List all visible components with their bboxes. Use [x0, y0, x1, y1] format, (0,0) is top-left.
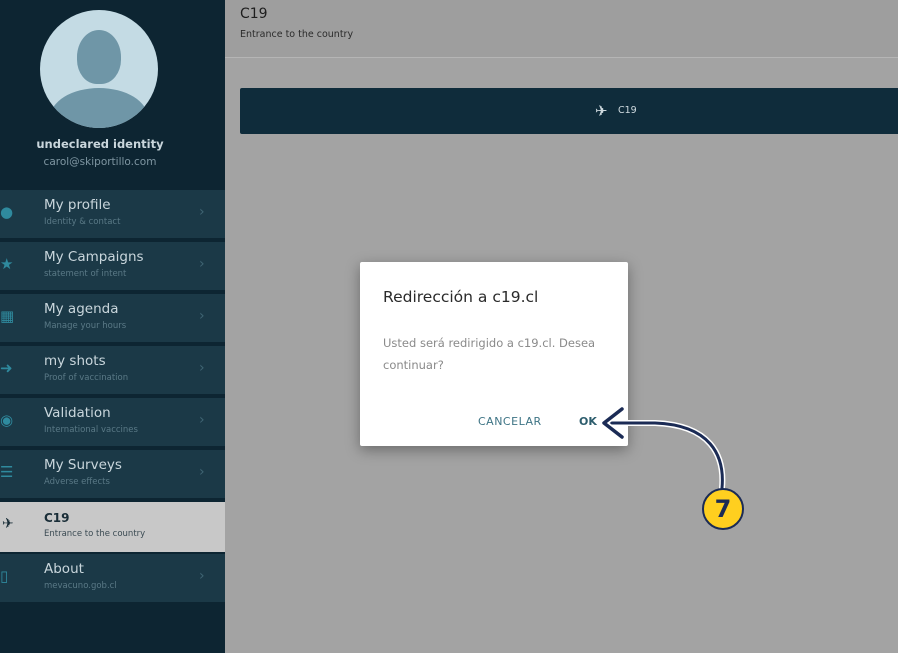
- sidebar-item-label: My agenda: [44, 301, 119, 317]
- sidebar-item-my-campaigns[interactable]: ★ My Campaigns statement of intent ›: [0, 242, 225, 292]
- sidebar-item-sublabel: International vaccines: [44, 425, 138, 435]
- sidebar-item-sublabel: Proof of vaccination: [44, 373, 129, 383]
- sidebar-item-label: About: [44, 561, 84, 577]
- globe-icon: ◉: [0, 411, 14, 429]
- list-icon: ☰: [0, 463, 14, 481]
- sidebar-item-label: My Surveys: [44, 457, 122, 473]
- sidebar-item-sublabel: Manage your hours: [44, 321, 127, 331]
- sidebar-item-c19[interactable]: ✈ C19 Entrance to the country: [0, 502, 225, 552]
- person-icon: ●: [0, 203, 14, 221]
- avatar-body: [50, 88, 148, 128]
- sidebar-item-my-shots[interactable]: ➜ my shots Proof of vaccination ›: [0, 346, 225, 396]
- plane-landing-icon: ✈: [2, 516, 14, 532]
- calendar-icon: ▦: [0, 307, 15, 325]
- chevron-right-icon: ›: [199, 412, 205, 428]
- avatar-head: [77, 30, 121, 84]
- step-number-badge: 7: [702, 488, 744, 530]
- sidebar: undeclared identity carol@skiportillo.co…: [0, 0, 225, 653]
- user-email: carol@skiportillo.com: [43, 156, 157, 168]
- cancel-button[interactable]: CANCELAR: [478, 415, 542, 428]
- chevron-right-icon: ›: [199, 256, 205, 272]
- avatar: [40, 10, 158, 128]
- sidebar-item-my-surveys[interactable]: ☰ My Surveys Adverse effects ›: [0, 450, 225, 500]
- sidebar-item-label: My profile: [44, 197, 111, 213]
- dialog-message: Usted será redirigido a c19.cl. Desea co…: [383, 336, 596, 372]
- star-icon: ★: [0, 255, 14, 273]
- chevron-right-icon: ›: [199, 464, 205, 480]
- sidebar-item-my-profile[interactable]: ● My profile Identity & contact ›: [0, 190, 225, 240]
- syringe-icon: ➜: [0, 359, 13, 377]
- dialog-title: Redirección a c19.cl: [383, 288, 539, 306]
- page-title: C19: [240, 6, 268, 22]
- sidebar-item-label: My Campaigns: [44, 249, 144, 265]
- sidebar-item-label: Validation: [44, 405, 111, 421]
- sidebar-item-about[interactable]: ▯ About mevacuno.gob.cl ›: [0, 554, 225, 604]
- page-subtitle: Entrance to the country: [240, 29, 354, 40]
- chevron-right-icon: ›: [199, 204, 205, 220]
- sidebar-item-sublabel: Adverse effects: [44, 477, 110, 487]
- sidebar-item-validation[interactable]: ◉ Validation International vaccines ›: [0, 398, 225, 448]
- sidebar-item-label: C19: [44, 511, 70, 525]
- phone-icon: ▯: [0, 567, 9, 585]
- sidebar-item-label: my shots: [44, 353, 106, 369]
- sidebar-item-sublabel: Entrance to the country: [44, 529, 146, 539]
- sidebar-item-sublabel: statement of intent: [44, 269, 127, 279]
- chevron-right-icon: ›: [199, 308, 205, 324]
- plane-landing-icon: ✈: [595, 102, 608, 120]
- chevron-right-icon: ›: [199, 360, 205, 376]
- user-name: undeclared identity: [36, 137, 164, 151]
- c19-button[interactable]: ✈ C19: [240, 88, 898, 134]
- sidebar-item-my-agenda[interactable]: ▦ My agenda Manage your hours ›: [0, 294, 225, 344]
- redirect-dialog: Redirección a c19.cl Usted será redirigi…: [360, 262, 628, 446]
- chevron-right-icon: ›: [199, 568, 205, 584]
- sidebar-item-sublabel: Identity & contact: [44, 217, 121, 227]
- sidebar-item-sublabel: mevacuno.gob.cl: [44, 581, 117, 591]
- c19-button-label: C19: [618, 105, 637, 116]
- page-header: C19 Entrance to the country: [225, 0, 898, 58]
